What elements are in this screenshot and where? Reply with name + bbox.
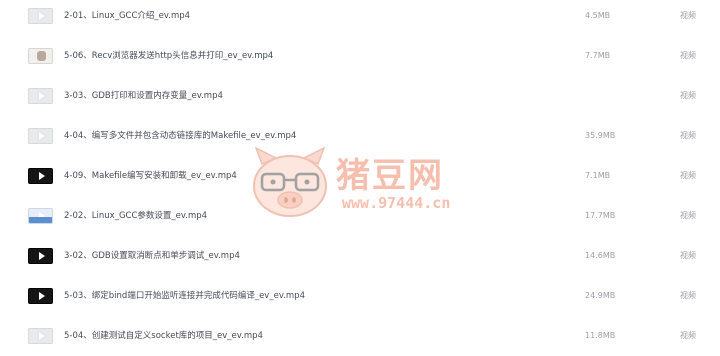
play-icon: [39, 172, 45, 180]
file-size: 14.6MB: [585, 251, 616, 260]
file-type: 视频: [680, 171, 696, 180]
file-size: 35.9MB: [585, 131, 616, 140]
file-row[interactable]: 4-04、编写多文件并包含动态链接库的Makefile_ev_ev.mp4 35…: [0, 124, 720, 148]
file-size: 11.8MB: [585, 331, 616, 340]
play-icon: [39, 212, 45, 220]
file-type: 视频: [680, 251, 696, 260]
file-name[interactable]: 4-09、Makefile编写安装和卸载_ev_ev.mp4: [64, 169, 237, 183]
file-row[interactable]: 5-06、Recv浏览器发送http头信息并打印_ev_ev.mp4 7.7MB…: [0, 44, 720, 68]
play-icon: [39, 292, 45, 300]
video-thumbnail[interactable]: [28, 288, 53, 304]
file-row[interactable]: 5-03、绑定bind端口开始监听连接并完成代码编译_ev_ev.mp4 24.…: [0, 284, 720, 308]
file-name[interactable]: 2-02、Linux_GCC参数设置_ev.mp4: [64, 209, 207, 223]
play-icon: [39, 92, 45, 100]
video-thumbnail[interactable]: [28, 248, 53, 264]
file-name[interactable]: 3-02、GDB设置取消断点和单步调试_ev.mp4: [64, 249, 240, 263]
file-type: 视频: [680, 211, 696, 220]
video-thumbnail[interactable]: [28, 48, 53, 64]
play-icon: [39, 332, 45, 340]
file-name[interactable]: 3-03、GDB打印和设置内存变量_ev.mp4: [64, 89, 223, 103]
file-list-page: 2-01、Linux_GCC介绍_ev.mp4 4.5MB 视频 5-06、Re…: [0, 0, 720, 356]
file-type: 视频: [680, 131, 696, 140]
play-icon: [39, 252, 45, 260]
video-thumbnail[interactable]: [28, 8, 53, 24]
file-name[interactable]: 5-04、创建测试自定义socket库的项目_ev_ev.mp4: [64, 329, 263, 343]
file-name[interactable]: 4-04、编写多文件并包含动态链接库的Makefile_ev_ev.mp4: [64, 129, 296, 143]
video-thumbnail[interactable]: [28, 88, 53, 104]
file-size: 17.7MB: [585, 211, 616, 220]
file-name[interactable]: 2-01、Linux_GCC介绍_ev.mp4: [64, 9, 190, 23]
file-row[interactable]: 5-04、创建测试自定义socket库的项目_ev_ev.mp4 11.8MB …: [0, 324, 720, 348]
file-row[interactable]: 2-01、Linux_GCC介绍_ev.mp4 4.5MB 视频: [0, 4, 720, 28]
video-thumbnail[interactable]: [28, 208, 53, 224]
file-type: 视频: [680, 331, 696, 340]
file-type: 视频: [680, 51, 696, 60]
video-thumbnail[interactable]: [28, 328, 53, 344]
file-row[interactable]: 3-02、GDB设置取消断点和单步调试_ev.mp4 14.6MB 视频: [0, 244, 720, 268]
play-icon: [39, 12, 45, 20]
file-name[interactable]: 5-06、Recv浏览器发送http头信息并打印_ev_ev.mp4: [64, 49, 273, 63]
file-row[interactable]: 4-09、Makefile编写安装和卸载_ev_ev.mp4 7.1MB 视频: [0, 164, 720, 188]
video-thumbnail[interactable]: [28, 168, 53, 184]
file-type: 视频: [680, 291, 696, 300]
video-thumbnail[interactable]: [28, 128, 53, 144]
file-type: 视频: [680, 91, 696, 100]
file-row[interactable]: 3-03、GDB打印和设置内存变量_ev.mp4 视频: [0, 84, 720, 108]
file-size: 7.1MB: [585, 171, 611, 180]
file-type: 视频: [680, 11, 696, 20]
file-size: 24.9MB: [585, 291, 616, 300]
play-icon: [39, 132, 45, 140]
file-row[interactable]: 2-02、Linux_GCC参数设置_ev.mp4 17.7MB 视频: [0, 204, 720, 228]
file-size: 7.7MB: [585, 51, 611, 60]
file-name[interactable]: 5-03、绑定bind端口开始监听连接并完成代码编译_ev_ev.mp4: [64, 289, 305, 303]
file-size: 4.5MB: [585, 11, 611, 20]
